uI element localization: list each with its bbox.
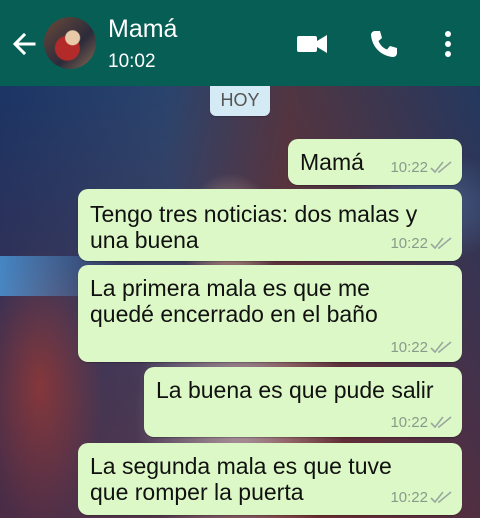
phone-icon[interactable] <box>366 26 402 62</box>
message-text: Mamá <box>300 149 364 175</box>
message-text-line-2: quedé encerrado en el baño <box>90 301 378 327</box>
message-bubble[interactable]: Mamá 10:22 <box>288 139 462 185</box>
message-time: 10:22 <box>390 489 428 506</box>
message-text-line-1: Tengo tres noticias: dos malas y <box>90 201 418 227</box>
chat-header: Mamá 10:02 <box>0 0 480 86</box>
double-check-icon <box>430 491 452 504</box>
double-check-icon <box>430 237 452 250</box>
double-check-icon <box>430 341 452 354</box>
message-time: 10:22 <box>390 414 428 431</box>
message-bubble[interactable]: Tengo tres noticias: dos malas y una bue… <box>78 189 462 261</box>
date-chip: HOY <box>210 86 270 116</box>
message-time: 10:22 <box>390 339 428 356</box>
video-call-icon[interactable] <box>294 26 330 62</box>
double-check-icon <box>430 161 452 174</box>
more-vert-icon[interactable] <box>430 26 466 62</box>
back-arrow-icon[interactable] <box>10 28 38 60</box>
message-bubble[interactable]: La segunda mala es que tuve que romper l… <box>78 443 462 515</box>
message-text-line-2: una buena <box>90 227 199 253</box>
message-text-line-1: La primera mala es que me <box>90 275 370 301</box>
message-bubble[interactable]: La primera mala es que me quedé encerrad… <box>78 265 462 362</box>
message-text-line-2: que romper la puerta <box>90 479 304 505</box>
message-time: 10:22 <box>390 235 428 252</box>
message-text-line-1: La segunda mala es que tuve <box>90 453 392 479</box>
double-check-icon <box>430 416 452 429</box>
message-text: La buena es que pude salir <box>156 377 434 403</box>
contact-name[interactable]: Mamá <box>108 15 177 44</box>
message-time: 10:22 <box>390 159 428 176</box>
message-bubble[interactable]: La buena es que pude salir 10:22 <box>144 367 462 437</box>
avatar[interactable] <box>44 17 96 69</box>
last-seen-status: 10:02 <box>108 51 156 72</box>
